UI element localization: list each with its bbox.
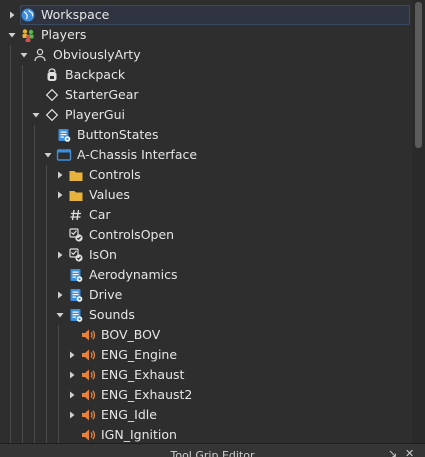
screengui-icon (56, 145, 72, 165)
script-icon (68, 265, 84, 285)
tree-item-label: ENG_Engine (101, 347, 178, 362)
script-icon (68, 285, 84, 305)
tree-item-label: A-Chassis Interface (77, 147, 198, 162)
tree-item-label: ControlsOpen (89, 227, 175, 242)
expand-arrow-down-icon[interactable] (18, 45, 30, 65)
expand-arrow-right-icon[interactable] (66, 345, 78, 365)
expand-arrow-down-icon[interactable] (30, 105, 42, 125)
tree-item-drive[interactable]: Drive (0, 285, 412, 305)
tree-item-label: PlayerGui (65, 107, 125, 122)
expand-arrow-down-icon[interactable] (6, 25, 18, 45)
tree-item-label: Workspace (41, 7, 110, 22)
tree-item-workspace[interactable]: Workspace (0, 5, 412, 25)
tree-item-bov-bov[interactable]: BOV_BOV (0, 325, 412, 345)
folder-icon (68, 165, 84, 185)
diamond-icon (44, 105, 60, 125)
expand-arrow-right-icon[interactable] (54, 165, 66, 185)
expand-arrow-right-icon[interactable] (54, 185, 66, 205)
tree-item-label: BOV_BOV (101, 327, 161, 342)
sound-icon (80, 345, 96, 365)
explorer-scrollbar[interactable] (412, 0, 425, 443)
tree-item-controlsopen[interactable]: ControlsOpen (0, 225, 412, 245)
tree-item-a-chassis-interface[interactable]: A-Chassis Interface (0, 145, 412, 165)
sound-icon (80, 405, 96, 425)
tree-item-label: Backpack (65, 67, 126, 82)
expand-arrow-right-icon[interactable] (54, 245, 66, 265)
tree-item-startergear[interactable]: StarterGear (0, 85, 412, 105)
tree-item-label: Car (89, 207, 111, 222)
backpack-icon (44, 65, 60, 85)
tree-item-buttonstates[interactable]: ButtonStates (0, 125, 412, 145)
folder-icon (68, 185, 84, 205)
tree-item-values[interactable]: Values (0, 185, 412, 205)
sound-icon (80, 325, 96, 345)
tree-item-label: Players (41, 27, 87, 42)
expand-arrow-right-icon[interactable] (66, 365, 78, 385)
tree-item-label: ENG_Exhaust (101, 367, 185, 382)
explorer-tree: Workspace Players ObviouslyArty Backpack Sta… (0, 0, 412, 443)
tree-item-label: Sounds (89, 307, 135, 322)
expand-arrow-right-icon[interactable] (54, 285, 66, 305)
sound-icon (80, 425, 96, 443)
expand-arrow-right-icon[interactable] (66, 385, 78, 405)
tree-item-eng-idle[interactable]: ENG_Idle (0, 405, 412, 425)
tree-item-car[interactable]: Car (0, 205, 412, 225)
tree-item-label: Values (89, 187, 130, 202)
bool-value-icon (68, 225, 84, 245)
scrollbar-thumb[interactable] (415, 2, 422, 148)
sound-icon (80, 365, 96, 385)
tree-item-label: ENG_Exhaust2 (101, 387, 193, 402)
players-icon (20, 25, 36, 45)
tool-grip-editor-titlebar: Tool Grip Editor ↘ ✕ (0, 443, 425, 457)
sound-icon (80, 385, 96, 405)
tree-item-sounds[interactable]: Sounds (0, 305, 412, 325)
tree-item-eng-engine[interactable]: ENG_Engine (0, 345, 412, 365)
tree-item-eng-exhaust[interactable]: ENG_Exhaust (0, 365, 412, 385)
tree-item-eng-exhaust2[interactable]: ENG_Exhaust2 (0, 385, 412, 405)
tree-item-ison[interactable]: IsOn (0, 245, 412, 265)
number-value-icon (68, 205, 84, 225)
tree-item-label: Aerodynamics (89, 267, 178, 282)
tree-item-label: IGN_Ignition (101, 427, 177, 442)
tree-item-label: Controls (89, 167, 141, 182)
tree-item-aerodynamics[interactable]: Aerodynamics (0, 265, 412, 285)
tree-item-controls[interactable]: Controls (0, 165, 412, 185)
tree-item-playergui[interactable]: PlayerGui (0, 105, 412, 125)
expand-arrow-right-icon[interactable] (66, 405, 78, 425)
tree-item-label: IsOn (89, 247, 117, 262)
script-icon (56, 125, 72, 145)
diamond-icon (44, 85, 60, 105)
expand-arrow-down-icon[interactable] (42, 145, 54, 165)
expand-arrow-down-icon[interactable] (54, 305, 66, 325)
globe-icon (20, 5, 36, 25)
tree-item-label: StarterGear (65, 87, 139, 102)
tree-item-players[interactable]: Players (0, 25, 412, 45)
tree-item-label: ObviouslyArty (53, 47, 141, 62)
tree-item-label: ButtonStates (77, 127, 159, 142)
tree-item-label: Drive (89, 287, 123, 302)
tree-item-ign-ignition[interactable]: IGN_Ignition (0, 425, 412, 443)
player-icon (32, 45, 48, 65)
tree-item-label: ENG_Idle (101, 407, 157, 422)
bool-value-icon (68, 245, 84, 265)
expand-arrow-right-icon[interactable] (6, 5, 18, 25)
tree-item-backpack[interactable]: Backpack (0, 65, 412, 85)
tree-item-obviouslyarty[interactable]: ObviouslyArty (0, 45, 412, 65)
script-icon (68, 305, 84, 325)
